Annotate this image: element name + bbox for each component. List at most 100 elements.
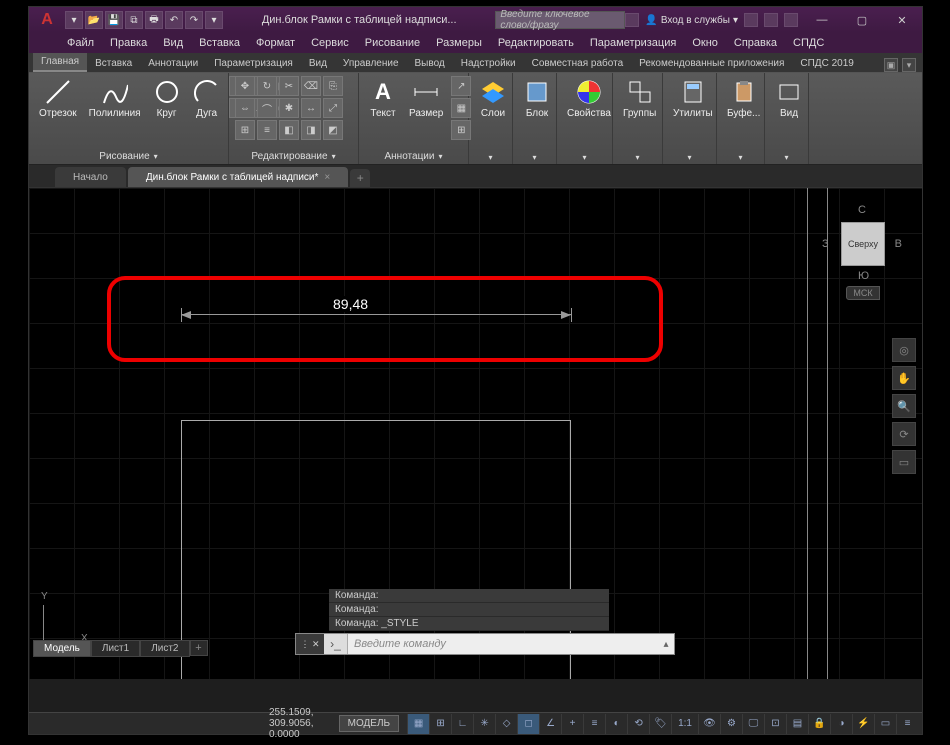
layout-tab-add[interactable]: + (190, 640, 208, 656)
layout-tab-model[interactable]: Модель (33, 640, 91, 657)
menu-help[interactable]: Справка (726, 35, 785, 51)
modify-copy[interactable]: ⎘ (323, 76, 343, 96)
menu-spds[interactable]: СПДС (785, 35, 832, 51)
panel-annot-label[interactable]: Аннотации (384, 151, 434, 162)
qat-more-icon[interactable]: ▾ (205, 11, 223, 29)
ribbon-tab-view[interactable]: Вид (301, 55, 335, 72)
chevron-down-icon[interactable]: ▾ (532, 153, 536, 162)
modify-scale[interactable]: ⤢ (323, 98, 343, 118)
modify-sm13[interactable]: ◧ (279, 120, 299, 140)
viewcube-west[interactable]: З (822, 238, 829, 250)
viewcube-south[interactable]: Ю (858, 270, 869, 282)
cmd-history-toggle-icon[interactable]: ▴ (658, 639, 674, 650)
status-units-icon[interactable]: ⊡ (764, 714, 786, 734)
status-osnap-icon[interactable]: ◻ (517, 714, 539, 734)
status-clean-icon[interactable]: ▭ (874, 714, 896, 734)
view-cube[interactable]: С Ю В З Сверху МСК (818, 204, 908, 314)
modify-rotate[interactable]: ↻ (257, 76, 277, 96)
modify-move[interactable]: ✥ (235, 76, 255, 96)
ribbon-collapse-icon[interactable]: ▾ (902, 58, 916, 72)
ribbon-tab-addins[interactable]: Надстройки (453, 55, 524, 72)
status-trans-icon[interactable]: ◐ (605, 714, 627, 734)
menu-param[interactable]: Параметризация (582, 35, 684, 51)
nav-wheel-icon[interactable]: ◎ (892, 338, 916, 362)
ribbon-tab-param[interactable]: Параметризация (206, 55, 301, 72)
menu-dims[interactable]: Размеры (428, 35, 490, 51)
nav-pan-icon[interactable]: ✋ (892, 366, 916, 390)
modify-stretch[interactable]: ↔ (301, 98, 321, 118)
menu-modify[interactable]: Редактировать (490, 35, 582, 51)
ribbon-tab-collab[interactable]: Совместная работа (524, 55, 632, 72)
exchange-icon[interactable] (744, 13, 758, 27)
app-logo-icon[interactable]: A (35, 8, 59, 32)
tool-text[interactable]: A Текст (365, 76, 401, 121)
viewcube-north[interactable]: С (858, 204, 866, 216)
tool-line[interactable]: Отрезок (35, 76, 81, 121)
tool-block[interactable]: Блок (519, 76, 555, 121)
nav-zoom-icon[interactable]: 🔍 (892, 394, 916, 418)
modify-offset[interactable]: ≡ (257, 120, 277, 140)
status-dyn-icon[interactable]: + (561, 714, 583, 734)
maximize-button[interactable]: ▢ (842, 7, 882, 33)
chevron-down-icon[interactable]: ▾ (687, 153, 691, 162)
layout-tab-sheet1[interactable]: Лист1 (91, 640, 140, 657)
nav-orbit-icon[interactable]: ⟳ (892, 422, 916, 446)
infocenter-icon[interactable] (625, 13, 639, 27)
ribbon-tab-home[interactable]: Главная (33, 53, 87, 72)
status-custom-icon[interactable]: ≡ (896, 714, 918, 734)
tool-properties[interactable]: Свойства (563, 76, 615, 121)
ucs-icon[interactable]: Y X (43, 601, 83, 641)
status-snap-icon[interactable]: ⊞ (429, 714, 451, 734)
tool-arc[interactable]: Дуга (189, 76, 225, 121)
chevron-down-icon[interactable]: ▾ (582, 153, 586, 162)
layout-tab-sheet2[interactable]: Лист2 (140, 640, 189, 657)
status-track-icon[interactable]: ∠ (539, 714, 561, 734)
ribbon-tab-output[interactable]: Вывод (407, 55, 453, 72)
ribbon-tab-spds[interactable]: СПДС 2019 (792, 55, 861, 72)
status-qprops-icon[interactable]: ▤ (786, 714, 808, 734)
status-cycle-icon[interactable]: ⟲ (627, 714, 649, 734)
status-hardware-icon[interactable]: ⚡ (852, 714, 874, 734)
modify-fillet[interactable]: ⌒ (257, 98, 277, 118)
modify-erase[interactable]: ⌫ (301, 76, 321, 96)
status-lwt-icon[interactable]: ≡ (583, 714, 605, 734)
command-input[interactable]: Введите команду (348, 638, 658, 650)
qat-saveas-icon[interactable]: ⧉ (125, 11, 143, 29)
chevron-down-icon[interactable]: ▾ (154, 152, 158, 161)
status-monitor-icon[interactable]: 🖵 (742, 714, 764, 734)
close-tab-icon[interactable]: × (324, 172, 330, 183)
tool-clipboard[interactable]: Буфе... (723, 76, 764, 121)
menu-file[interactable]: Файл (59, 35, 102, 51)
viewcube-top-face[interactable]: Сверху (841, 222, 885, 266)
app-store-icon[interactable] (764, 13, 778, 27)
minimize-button[interactable]: — (802, 7, 842, 33)
status-model-button[interactable]: МОДЕЛЬ (339, 715, 399, 732)
tool-dimension[interactable]: Размер (405, 76, 447, 121)
modify-sm14[interactable]: ◨ (301, 120, 321, 140)
qat-redo-icon[interactable]: ↷ (185, 11, 203, 29)
qat-open-icon[interactable]: 📂 (85, 11, 103, 29)
status-scale[interactable]: 1:1 (671, 714, 698, 734)
status-iso-icon[interactable]: ◇ (495, 714, 517, 734)
chevron-down-icon[interactable]: ▾ (488, 153, 492, 162)
chevron-down-icon[interactable]: ▾ (635, 153, 639, 162)
qat-save-icon[interactable]: 💾 (105, 11, 123, 29)
status-polar-icon[interactable]: ✳ (473, 714, 495, 734)
doc-tab-add[interactable]: + (350, 169, 370, 187)
chevron-down-icon[interactable]: ▾ (438, 152, 442, 161)
qat-plot-icon[interactable]: 🖶 (145, 11, 163, 29)
viewcube-east[interactable]: В (895, 238, 902, 250)
menu-view[interactable]: Вид (155, 35, 191, 51)
ribbon-tab-insert[interactable]: Вставка (87, 55, 140, 72)
chevron-down-icon[interactable]: ▾ (738, 153, 742, 162)
modify-explode[interactable]: ✱ (279, 98, 299, 118)
menu-format[interactable]: Формат (248, 35, 303, 51)
status-grid-icon[interactable]: ▦ (407, 714, 429, 734)
status-annovis-icon[interactable]: 👁 (698, 714, 720, 734)
modify-mirror[interactable]: ⇔ (235, 98, 255, 118)
close-button[interactable]: ✕ (882, 7, 922, 33)
nav-showmotion-icon[interactable]: ▭ (892, 450, 916, 474)
status-lock-icon[interactable]: 🔒 (808, 714, 830, 734)
status-isolate-icon[interactable]: ◑ (830, 714, 852, 734)
ribbon-minimize-icon[interactable]: ▣ (884, 58, 898, 72)
